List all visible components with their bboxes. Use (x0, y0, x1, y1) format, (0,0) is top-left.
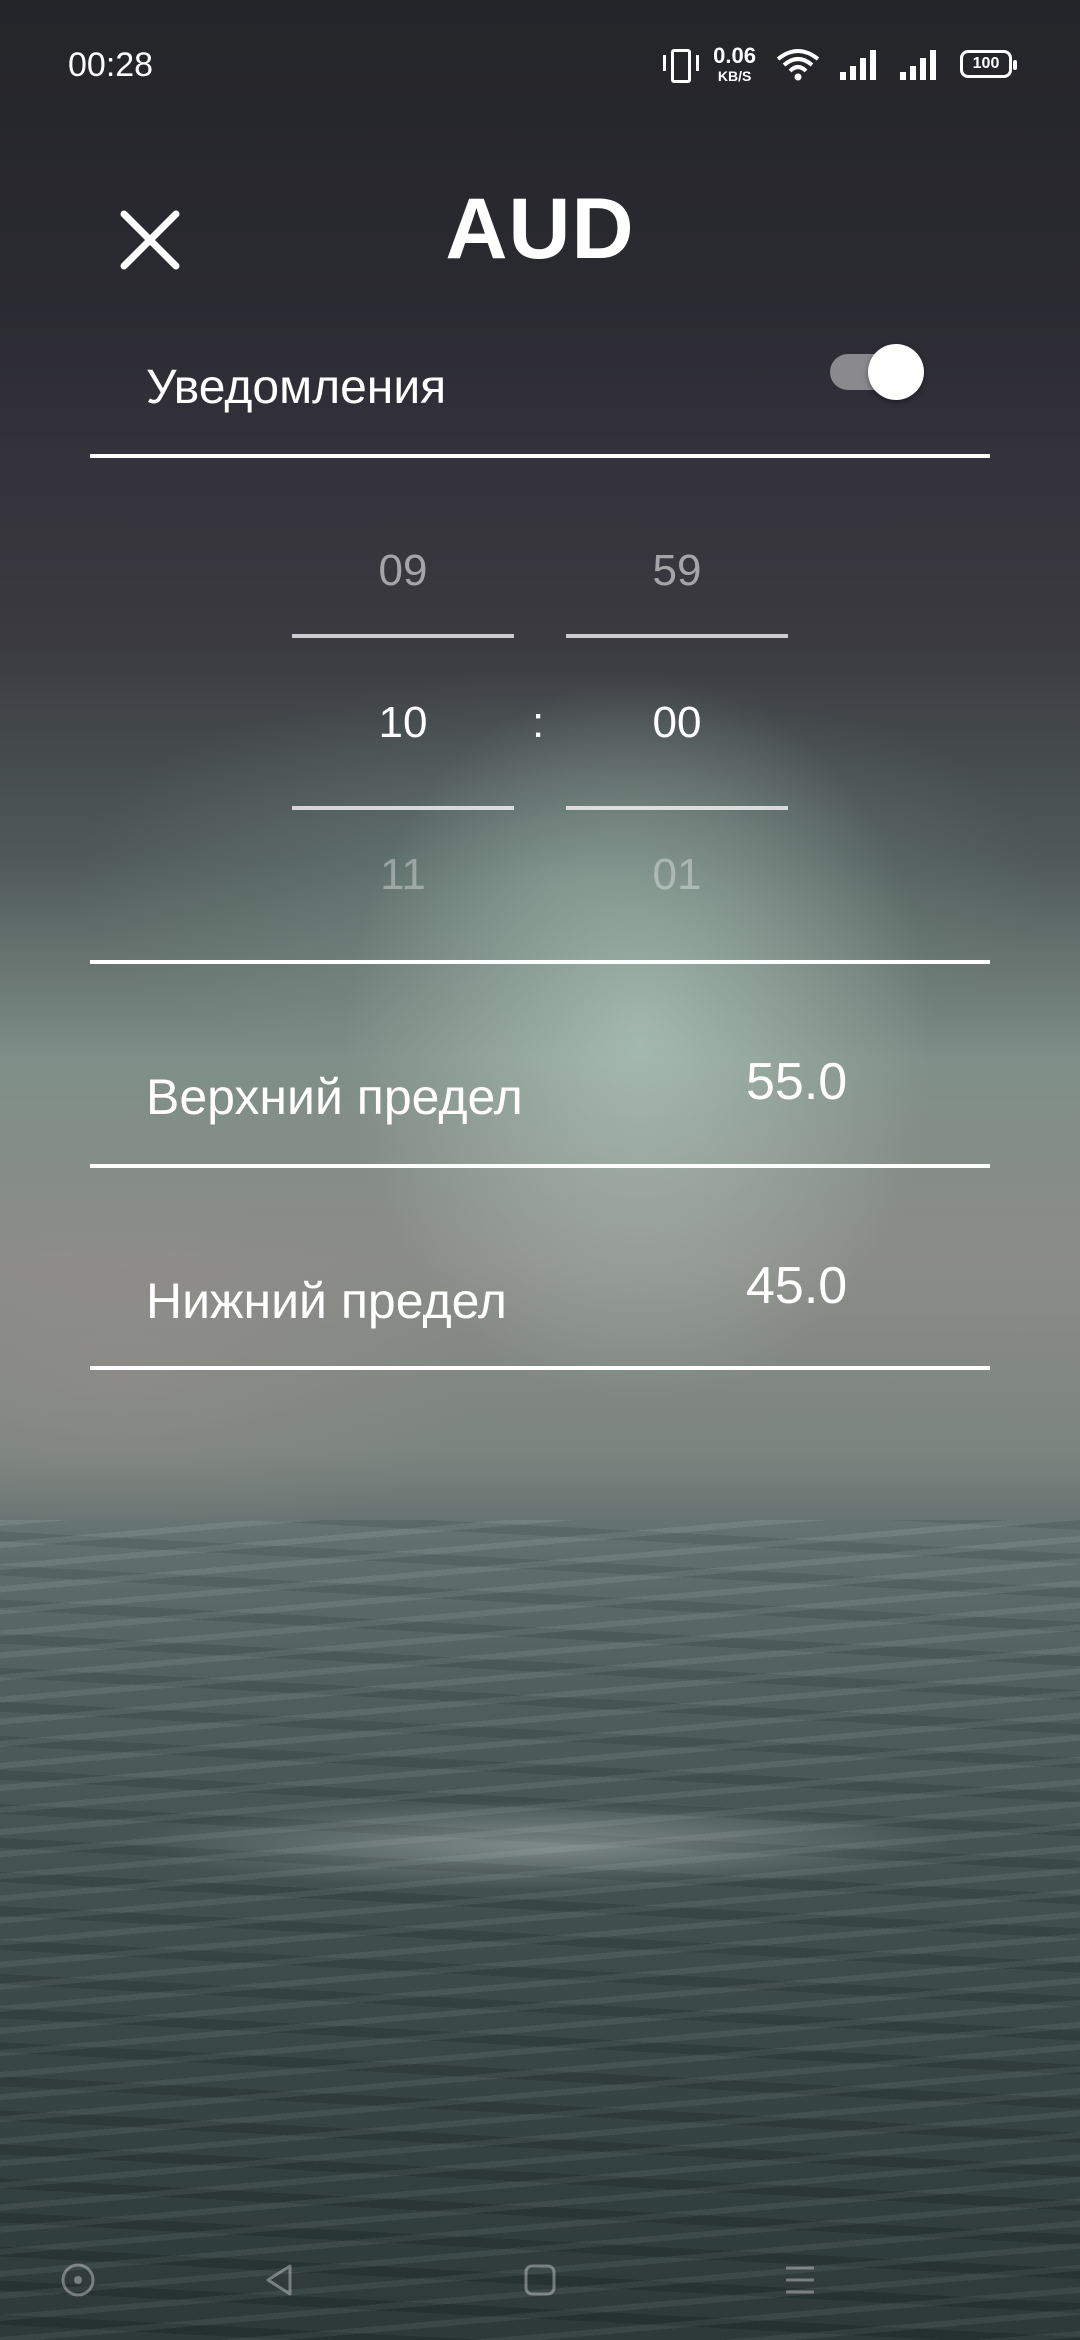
minute-next[interactable]: 01 (566, 850, 788, 900)
wifi-icon (776, 49, 820, 81)
navigation-bar (0, 2260, 1080, 2340)
status-bar: 00:28 0.06 KB/S 100 (0, 0, 1080, 130)
hour-selection-line-top (292, 634, 514, 638)
hour-picker[interactable]: 09 10 11 (292, 530, 514, 930)
hour-prev[interactable]: 09 (292, 546, 514, 596)
wave-foam (120, 1800, 960, 1890)
signal-icon (840, 48, 880, 80)
battery-icon: 100 (960, 50, 1017, 78)
divider (90, 1164, 990, 1168)
hour-selected[interactable]: 10 (292, 698, 514, 748)
time-separator: : (532, 698, 545, 747)
recents-icon[interactable] (520, 2260, 560, 2300)
minute-selection-line-top (566, 634, 788, 638)
minute-picker[interactable]: 59 00 01 (566, 530, 788, 930)
divider (90, 454, 990, 458)
status-time: 00:28 (68, 46, 154, 84)
toggle-thumb (868, 344, 924, 400)
back-icon[interactable] (260, 2260, 300, 2300)
network-speed-value: 0.06 (713, 43, 756, 68)
upper-limit-label: Верхний предел (146, 1069, 523, 1125)
network-speed: 0.06 KB/S (713, 43, 756, 84)
sea-background (0, 1520, 1080, 2340)
hour-next[interactable]: 11 (292, 850, 514, 900)
lower-limit-label: Нижний предел (146, 1273, 507, 1329)
battery-level: 100 (972, 55, 1000, 72)
vibrate-icon (663, 47, 700, 83)
minute-selection-line-bottom (566, 806, 788, 810)
status-icons: 0.06 KB/S 100 (663, 43, 1017, 84)
lower-limit-value[interactable]: 45.0 (746, 1256, 847, 1316)
notifications-label: Уведомления (146, 361, 447, 414)
home-circle-icon[interactable] (58, 2260, 98, 2300)
signal-icon (900, 48, 940, 80)
upper-limit-value[interactable]: 55.0 (746, 1052, 847, 1112)
page-title: AUD (445, 181, 635, 277)
notifications-toggle[interactable] (830, 344, 926, 400)
minute-prev[interactable]: 59 (566, 546, 788, 596)
minute-selected[interactable]: 00 (566, 698, 788, 748)
divider (90, 960, 990, 964)
hour-selection-line-bottom (292, 806, 514, 810)
divider (90, 1366, 990, 1370)
network-speed-unit: KB/S (717, 68, 752, 84)
menu-icon[interactable] (780, 2260, 820, 2300)
